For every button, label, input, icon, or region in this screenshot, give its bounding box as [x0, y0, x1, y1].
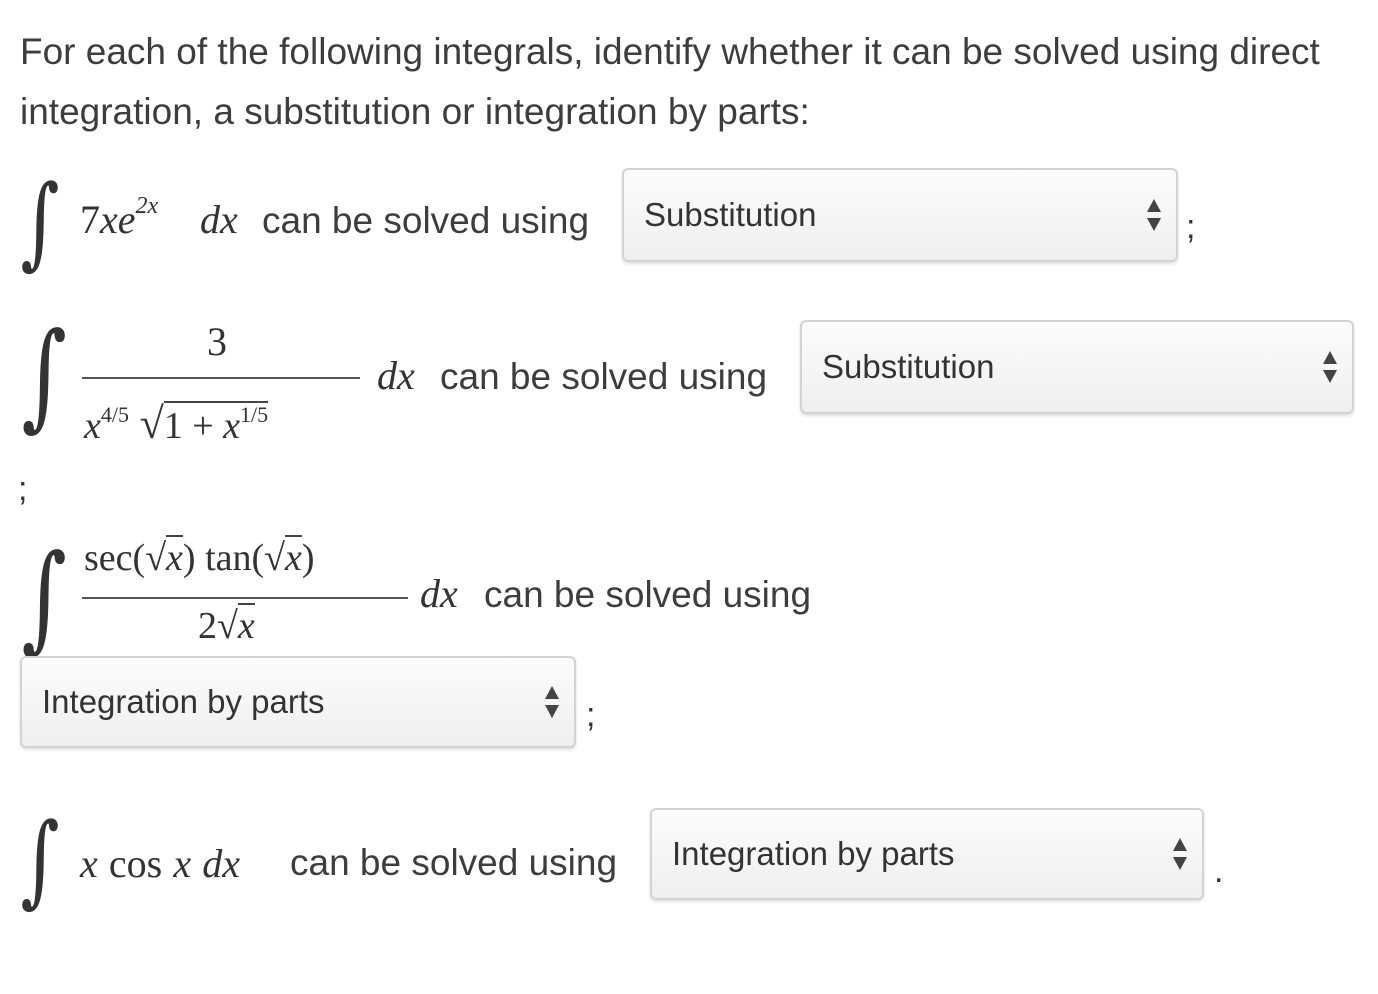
denominator-3: 2√x — [198, 603, 255, 647]
dx-3: dx — [420, 571, 458, 616]
integral-sign-icon: ∫ — [20, 163, 60, 280]
method-select-4[interactable]: Integration by parts — [650, 808, 1204, 900]
up-down-arrows-icon — [1323, 351, 1337, 383]
fraction-bar-3 — [82, 597, 408, 599]
method-select-1[interactable]: Substitution — [622, 168, 1178, 262]
separator-2: ; — [18, 470, 28, 508]
integral-sign-icon: ∫ — [20, 801, 60, 918]
phrase-4: can be solved using — [290, 842, 618, 883]
method-select-3-value: Integration by parts — [42, 683, 325, 720]
dx-2: dx — [377, 353, 415, 398]
numerator-2: 3 — [207, 319, 227, 364]
denominator-2: x4/5 √1 + x1/5 — [84, 399, 269, 448]
method-select-4-value: Integration by parts — [672, 835, 955, 872]
method-select-3[interactable]: Integration by parts — [20, 656, 576, 748]
phrase-2: can be solved using — [440, 356, 768, 397]
integrand-1: 7xe2x — [80, 193, 159, 242]
question-prompt: For each of the following integrals, ide… — [20, 31, 1320, 132]
sqrt-sign-icon: √ — [217, 605, 238, 647]
method-select-1-value: Substitution — [644, 196, 817, 233]
integral-sign-icon: ∫ — [21, 530, 67, 665]
dx-1: dx — [200, 197, 238, 242]
up-down-arrows-icon — [1147, 199, 1161, 231]
integral-sign-icon: ∫ — [21, 308, 67, 443]
up-down-arrows-icon — [1173, 838, 1187, 870]
sqrt-sign-icon: √ — [145, 537, 167, 579]
phrase-1: can be solved using — [262, 200, 590, 241]
fraction-bar-2 — [82, 377, 360, 379]
method-select-2-value: Substitution — [822, 348, 995, 385]
method-select-2[interactable]: Substitution — [800, 320, 1354, 414]
sqrt-sign-icon: √ — [264, 537, 286, 579]
phrase-3: can be solved using — [484, 574, 812, 615]
numerator-3: sec(√x) tan(√x) — [84, 535, 315, 579]
separator-4: . — [1214, 852, 1224, 890]
up-down-arrows-icon — [545, 686, 559, 718]
separator-1: ; — [1186, 208, 1196, 246]
sqrt-sign-icon: √ — [139, 399, 164, 448]
separator-3: ; — [586, 696, 596, 734]
integrand-4: x cos x dx — [80, 841, 240, 886]
